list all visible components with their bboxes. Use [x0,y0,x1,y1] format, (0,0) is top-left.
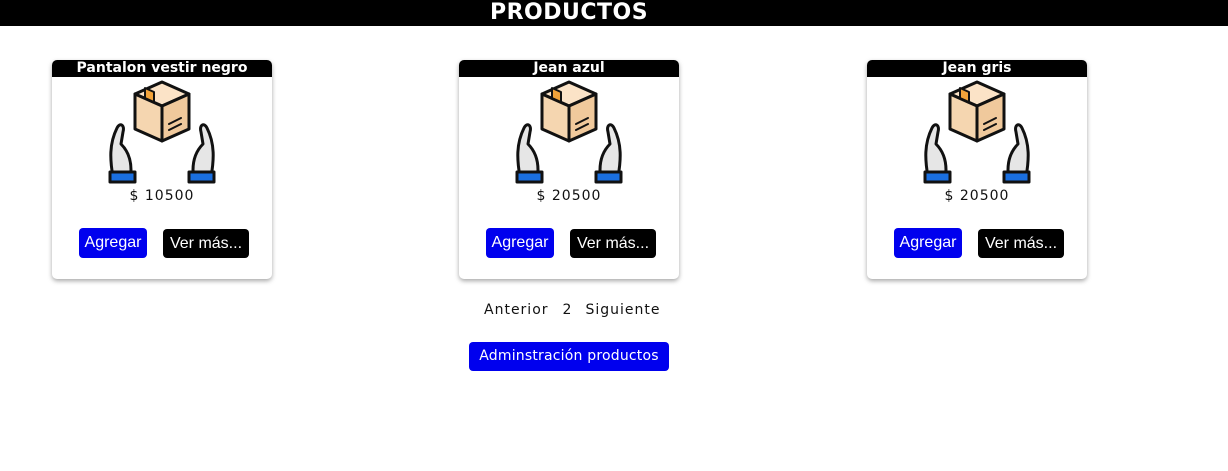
see-more-button[interactable]: Ver más... [163,229,249,258]
add-to-cart-button[interactable]: Agregar [894,228,962,258]
hands-holding-box-icon [515,80,623,184]
product-price: $ 20500 [944,188,1010,204]
page-header: PRODUCTOS [0,0,1228,26]
product-name: Pantalon vestir negro [52,60,272,77]
product-admin-button[interactable]: Adminstración productos [469,342,669,371]
product-name: Jean azul [459,60,679,77]
next-page-link[interactable]: Siguiente [585,302,660,318]
previous-page-link[interactable]: Anterior [484,302,549,318]
pagination: Anterior 2 Siguiente [484,302,660,318]
product-card: Jean gris $ 20500 Agregar Ver más... [867,60,1087,279]
product-card: Jean azul $ 20500 Agregar Ver más... [459,60,679,279]
product-price: $ 20500 [536,188,602,204]
hands-holding-box-icon [923,80,1031,184]
hands-holding-box-icon [108,80,216,184]
product-price: $ 10500 [129,188,195,204]
see-more-button[interactable]: Ver más... [570,229,656,258]
page-title: PRODUCTOS [489,0,649,25]
see-more-button[interactable]: Ver más... [978,229,1064,258]
current-page-number: 2 [562,302,573,318]
add-to-cart-button[interactable]: Agregar [79,228,147,258]
add-to-cart-button[interactable]: Agregar [486,228,554,258]
product-name: Jean gris [867,60,1087,77]
product-card: Pantalon vestir negro $ 10500 Agregar Ve… [52,60,272,279]
